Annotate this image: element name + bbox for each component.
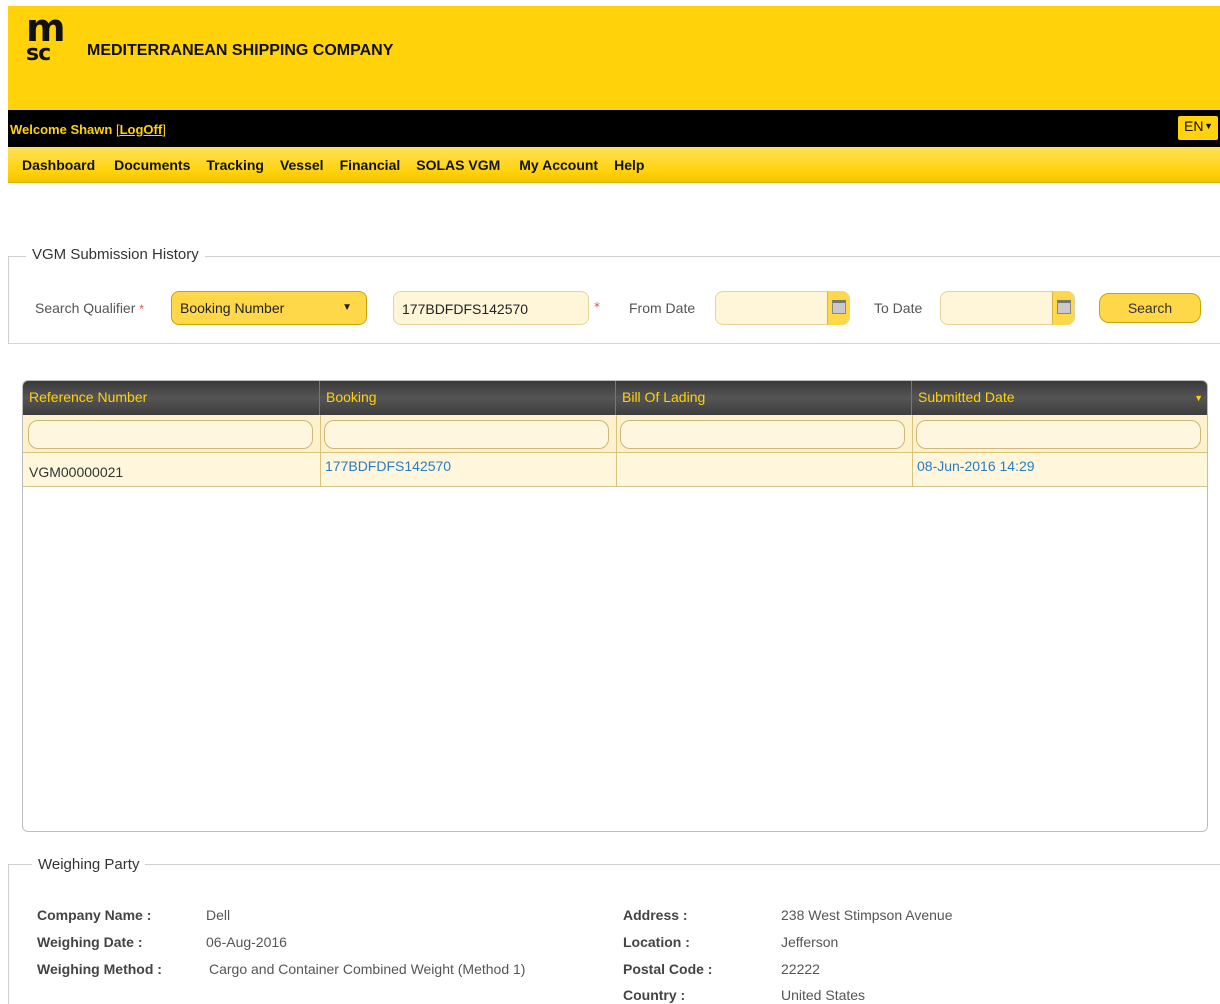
search-qualifier-label: Search Qualifier * [35, 300, 144, 316]
country-value: United States [781, 987, 866, 1003]
search-button[interactable]: Search [1099, 293, 1201, 323]
weighing-date-value: 06-Aug-2016 [206, 934, 287, 950]
country-label: Country : [623, 987, 686, 1003]
filter-booking[interactable] [324, 420, 609, 449]
from-date-calendar-button[interactable] [827, 291, 849, 325]
company-name-label: Company Name : [37, 907, 152, 923]
filter-submitted-date[interactable] [916, 420, 1201, 449]
nav-tracking[interactable]: Tracking [190, 157, 264, 173]
welcome-label: Welcome Shawn [10, 122, 113, 137]
language-select[interactable]: EN ▼ [1178, 116, 1218, 140]
calendar-icon [832, 300, 846, 314]
cell-booking-link[interactable]: 177BDFDFS142570 [325, 458, 451, 474]
nav-help[interactable]: Help [598, 157, 644, 173]
main-nav: Dashboard Documents Tracking Vessel Fina… [8, 150, 644, 180]
section-border-top [8, 864, 1220, 865]
nav-dashboard[interactable]: Dashboard [8, 157, 95, 173]
required-mark: * [594, 300, 600, 314]
sort-down-icon[interactable]: ▼ [1194, 393, 1203, 403]
cell-submitted-date-link[interactable]: 08-Jun-2016 14:29 [917, 458, 1035, 474]
search-qualifier-value: Booking Number [180, 300, 285, 316]
address-value: 238 West Stimpson Avenue [781, 907, 953, 923]
user-bar [8, 110, 1220, 147]
column-divider [320, 415, 321, 487]
section-border-left [8, 256, 9, 344]
column-header-bill-of-lading[interactable]: Bill Of Lading [616, 381, 912, 415]
chevron-down-icon: ▼ [342, 302, 352, 313]
cell-reference-number: VGM00000021 [29, 464, 124, 480]
location-label: Location : [623, 934, 690, 950]
logoff-link[interactable]: LogOff [120, 122, 163, 137]
filter-row [23, 415, 1207, 453]
search-query-input[interactable]: 177BDFDFS142570 [393, 291, 589, 325]
section-title-vgm-history: VGM Submission History [26, 246, 205, 263]
divider [8, 343, 1220, 344]
weighing-date-label: Weighing Date : [37, 934, 143, 950]
company-name: MEDITERRANEAN SHIPPING COMPANY [87, 42, 394, 59]
to-date-calendar-button[interactable] [1052, 291, 1074, 325]
postal-code-value: 22222 [781, 961, 820, 977]
company-name-value: Dell [206, 907, 231, 923]
section-title-weighing-party: Weighing Party [32, 856, 146, 873]
filter-reference-number[interactable] [28, 420, 313, 449]
postal-code-label: Postal Code : [623, 961, 713, 977]
column-divider [616, 415, 617, 487]
nav-solas-vgm[interactable]: SOLAS VGM [400, 157, 500, 173]
column-header-booking[interactable]: Booking [320, 381, 616, 415]
welcome-text: Welcome Shawn [LogOff] [10, 122, 166, 137]
from-date-label: From Date [629, 300, 696, 316]
address-label: Address : [623, 907, 688, 923]
location-value: Jefferson [781, 934, 839, 950]
grid-header: Reference Number Booking Bill Of Lading … [23, 381, 1207, 415]
to-date-label: To Date [874, 300, 923, 316]
column-header-submitted-date[interactable]: Submitted Date ▼ [912, 381, 1207, 415]
msc-logo-top: m [26, 6, 66, 50]
table-row[interactable]: VGM00000021 177BDFDFS142570 08-Jun-2016 … [23, 453, 1207, 487]
msc-logo-bottom: sc [26, 41, 51, 66]
filter-bill-of-lading[interactable] [620, 420, 905, 449]
results-grid: Reference Number Booking Bill Of Lading … [22, 380, 1208, 832]
column-header-reference-number[interactable]: Reference Number [23, 381, 320, 415]
column-divider [912, 415, 913, 487]
language-value: EN [1184, 118, 1204, 134]
weighing-method-value: Cargo and Container Combined Weight (Met… [209, 961, 526, 977]
nav-documents[interactable]: Documents [95, 157, 190, 173]
nav-vessel[interactable]: Vessel [264, 157, 324, 173]
from-date-input[interactable] [715, 291, 850, 325]
weighing-method-label: Weighing Method : [37, 961, 162, 977]
chevron-down-icon: ▼ [1204, 121, 1213, 131]
nav-my-account[interactable]: My Account [500, 157, 598, 173]
search-qualifier-select[interactable]: Booking Number ▼ [171, 291, 367, 325]
bracket-close: ] [162, 122, 166, 137]
nav-financial[interactable]: Financial [324, 157, 401, 173]
calendar-icon [1057, 300, 1071, 314]
to-date-input[interactable] [940, 291, 1075, 325]
section-border-left [8, 864, 9, 1004]
